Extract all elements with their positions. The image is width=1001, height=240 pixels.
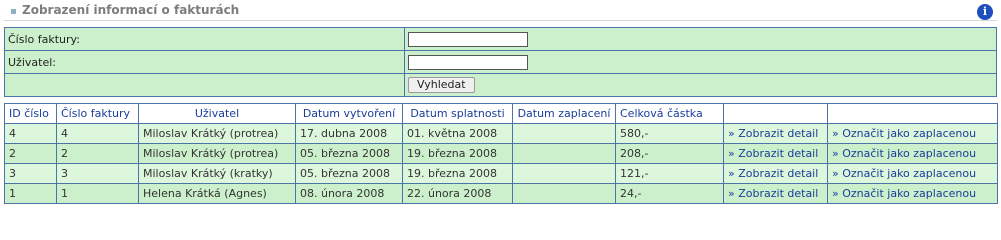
show-detail-link[interactable]: » Zobrazit detail: [728, 147, 818, 160]
mark-as-paid-link[interactable]: » Označit jako zaplacenou: [832, 147, 976, 160]
search-button-spacer: [4, 73, 405, 97]
cell-mark-paid: » Označit jako zaplacenou: [827, 143, 998, 164]
cell-id: 1: [4, 183, 57, 204]
invoice-table: ID číslo Číslo faktury Uživatel Datum vy…: [4, 103, 998, 204]
search-button[interactable]: Vyhledat: [408, 77, 475, 93]
cell-paid-date: [512, 143, 616, 164]
column-header-detail: [723, 103, 828, 124]
cell-paid-date: [512, 163, 616, 184]
page-header: Zobrazení informací o fakturách i: [0, 0, 1001, 22]
cell-detail: » Zobrazit detail: [723, 143, 828, 164]
header-divider: [4, 20, 997, 21]
user-row: Uživatel:: [4, 50, 997, 74]
table-row: 3 3 Miloslav Krátký (kratky) 05. března 200…: [4, 163, 998, 184]
cell-user: Miloslav Krátký (kratky): [138, 163, 296, 184]
cell-detail: » Zobrazit detail: [723, 163, 828, 184]
search-button-row: Vyhledat: [4, 73, 997, 97]
cell-created-date: 05. března 2008: [295, 143, 403, 164]
column-header-created[interactable]: Datum vytvoření: [295, 103, 403, 124]
table-row: 2 2 Miloslav Krátký (protrea) 05. března 20…: [4, 143, 998, 164]
cell-user: Miloslav Krátký (protrea): [138, 123, 296, 144]
invoice-number-row: Číslo faktury:: [4, 27, 997, 51]
column-header-user[interactable]: Uživatel: [138, 103, 296, 124]
column-header-total[interactable]: Celková částka: [615, 103, 724, 124]
mark-as-paid-link[interactable]: » Označit jako zaplacenou: [832, 187, 976, 200]
table-row: 1 1 Helena Krátká (Agnes) 08. února 2008 22.…: [4, 183, 998, 204]
cell-mark-paid: » Označit jako zaplacenou: [827, 183, 998, 204]
cell-invoice-number: 2: [56, 143, 139, 164]
search-form: Číslo faktury: Uživatel: Vyhledat: [4, 27, 997, 97]
cell-paid-date: [512, 123, 616, 144]
cell-paid-date: [512, 183, 616, 204]
column-header-pay: [827, 103, 998, 124]
cell-invoice-number: 3: [56, 163, 139, 184]
cell-user: Helena Krátká (Agnes): [138, 183, 296, 204]
cell-created-date: 08. února 2008: [295, 183, 403, 204]
column-header-invoice[interactable]: Číslo faktury: [56, 103, 139, 124]
show-detail-link[interactable]: » Zobrazit detail: [728, 127, 818, 140]
bullet-icon: [11, 9, 16, 14]
mark-as-paid-link[interactable]: » Označit jako zaplacenou: [832, 127, 976, 140]
cell-total-amount: 24,-: [615, 183, 724, 204]
cell-mark-paid: » Označit jako zaplacenou: [827, 163, 998, 184]
invoice-number-input[interactable]: [408, 31, 528, 47]
column-header-id[interactable]: ID číslo: [4, 103, 57, 124]
cell-invoice-number: 1: [56, 183, 139, 204]
cell-total-amount: 208,-: [615, 143, 724, 164]
user-input[interactable]: [408, 54, 528, 70]
cell-id: 2: [4, 143, 57, 164]
cell-total-amount: 580,-: [615, 123, 724, 144]
cell-mark-paid: » Označit jako zaplacenou: [827, 123, 998, 144]
cell-due-date: 19. března 2008: [402, 143, 513, 164]
cell-total-amount: 121,-: [615, 163, 724, 184]
invoice-number-label: Číslo faktury:: [4, 27, 405, 51]
cell-created-date: 17. dubna 2008: [295, 123, 403, 144]
invoice-number-cell: [404, 27, 997, 51]
info-icon[interactable]: i: [977, 4, 993, 20]
cell-id: 3: [4, 163, 57, 184]
show-detail-link[interactable]: » Zobrazit detail: [728, 187, 818, 200]
mark-as-paid-link[interactable]: » Označit jako zaplacenou: [832, 167, 976, 180]
cell-id: 4: [4, 123, 57, 144]
page-title: Zobrazení informací o fakturách: [22, 3, 240, 17]
table-row: 4 4 Miloslav Krátký (protrea) 17. dubna 200…: [4, 123, 998, 144]
cell-invoice-number: 4: [56, 123, 139, 144]
column-header-due[interactable]: Datum splatnosti: [402, 103, 513, 124]
cell-due-date: 01. května 2008: [402, 123, 513, 144]
cell-detail: » Zobrazit detail: [723, 123, 828, 144]
cell-due-date: 22. února 2008: [402, 183, 513, 204]
table-header-row: ID číslo Číslo faktury Uživatel Datum vy…: [4, 103, 998, 124]
show-detail-link[interactable]: » Zobrazit detail: [728, 167, 818, 180]
cell-due-date: 19. března 2008: [402, 163, 513, 184]
cell-created-date: 05. března 2008: [295, 163, 403, 184]
cell-user: Miloslav Krátký (protrea): [138, 143, 296, 164]
cell-detail: » Zobrazit detail: [723, 183, 828, 204]
column-header-paid[interactable]: Datum zaplacení: [512, 103, 616, 124]
user-label: Uživatel:: [4, 50, 405, 74]
user-cell: [404, 50, 997, 74]
search-button-cell: Vyhledat: [404, 73, 997, 97]
